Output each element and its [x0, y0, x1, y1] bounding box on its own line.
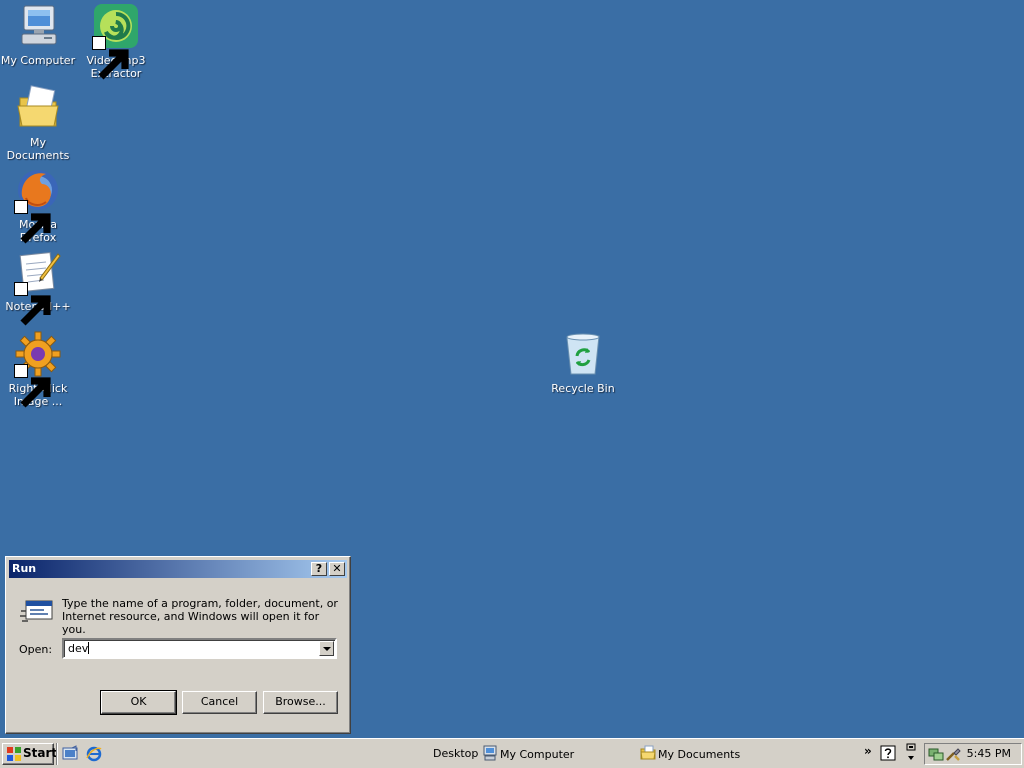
notepad-plus-plus-icon: [14, 248, 62, 326]
show-desktop-icon[interactable]: [61, 745, 79, 763]
desktop-icon-recycle-bin[interactable]: Recycle Bin: [545, 330, 621, 395]
desktop-icon-notepad-plus-plus[interactable]: Notepad++: [0, 248, 76, 326]
desktop-icon-mozilla-firefox[interactable]: Mozilla Firefox: [0, 166, 76, 244]
quick-launch-separator: [56, 743, 58, 765]
firefox-icon: [14, 166, 62, 244]
shortcut-arrow-icon: [92, 36, 129, 80]
ok-button[interactable]: OK: [100, 690, 177, 715]
taskbar-item-label: My Documents: [658, 748, 741, 761]
windows-logo-icon: [6, 746, 22, 762]
shortcut-arrow-icon: [14, 282, 51, 326]
desktop-icon-my-computer[interactable]: My Computer: [0, 2, 76, 67]
system-tray: 5:45 PM: [924, 743, 1022, 765]
run-program-icon: [20, 597, 54, 625]
my-documents-icon: [14, 84, 62, 132]
run-dialog-titlebar[interactable]: Run ? ✕: [9, 560, 347, 578]
open-input[interactable]: dev: [68, 642, 90, 656]
desktop-icon-right-click-image[interactable]: Right Click Image ...: [0, 330, 76, 408]
taskbar-item-label: My Computer: [500, 748, 575, 761]
shortcut-arrow-icon: [14, 200, 51, 244]
internet-explorer-icon[interactable]: [85, 745, 103, 763]
desktop-icon-label: My Computer: [0, 54, 76, 67]
start-label: Start: [23, 746, 58, 760]
help-button[interactable]: ?: [311, 562, 327, 576]
tools-icon[interactable]: [945, 746, 961, 762]
desktop-icon-label: My Documents: [6, 136, 70, 162]
recycle-bin-icon: [559, 330, 607, 378]
chevron-down-icon[interactable]: [319, 641, 334, 656]
text-caret: [88, 642, 90, 654]
clock[interactable]: 5:45 PM: [967, 747, 1011, 760]
desktop-toolbar-label[interactable]: Desktop: [433, 747, 478, 760]
open-label-text: Open:: [19, 643, 53, 656]
my-computer-icon: [483, 745, 497, 761]
open-field-label: Open:: [19, 643, 52, 656]
close-button[interactable]: ✕: [329, 562, 345, 576]
run-dialog-title: Run: [12, 562, 37, 575]
help-icon[interactable]: [880, 745, 896, 761]
language-bar-icon[interactable]: [905, 743, 917, 763]
shortcut-arrow-icon: [14, 364, 51, 408]
run-dialog-description: Type the name of a program, folder, docu…: [62, 597, 338, 636]
my-documents-icon: [640, 745, 656, 760]
run-dialog: Run ? ✕ Type the name of a program, fold…: [5, 556, 351, 734]
my-computer-icon: [14, 2, 62, 50]
browse-button[interactable]: Browse...: [263, 691, 338, 714]
desktop: My Computer Video mp3 Extractor My Docum…: [0, 0, 1024, 738]
desktop-icon-my-documents[interactable]: My Documents: [0, 84, 76, 162]
start-button[interactable]: Start: [2, 743, 58, 765]
network-icon[interactable]: [928, 746, 944, 762]
taskbar-item-my-documents[interactable]: My Documents: [640, 745, 740, 763]
cancel-button[interactable]: Cancel: [182, 691, 257, 714]
desktop-icon-label: Recycle Bin: [551, 382, 615, 395]
video-mp3-extractor-icon: [92, 2, 140, 80]
taskbar: Start Desktop My Computer My Documents »…: [0, 738, 1024, 768]
open-input-text: dev: [68, 642, 89, 655]
open-combobox[interactable]: dev: [62, 638, 337, 659]
desktop-icon-video-mp3-extractor[interactable]: Video mp3 Extractor: [78, 2, 154, 80]
right-click-image-icon: [14, 330, 62, 408]
taskbar-item-my-computer[interactable]: My Computer: [482, 745, 574, 763]
toolbar-overflow-chevron[interactable]: »: [864, 744, 872, 758]
